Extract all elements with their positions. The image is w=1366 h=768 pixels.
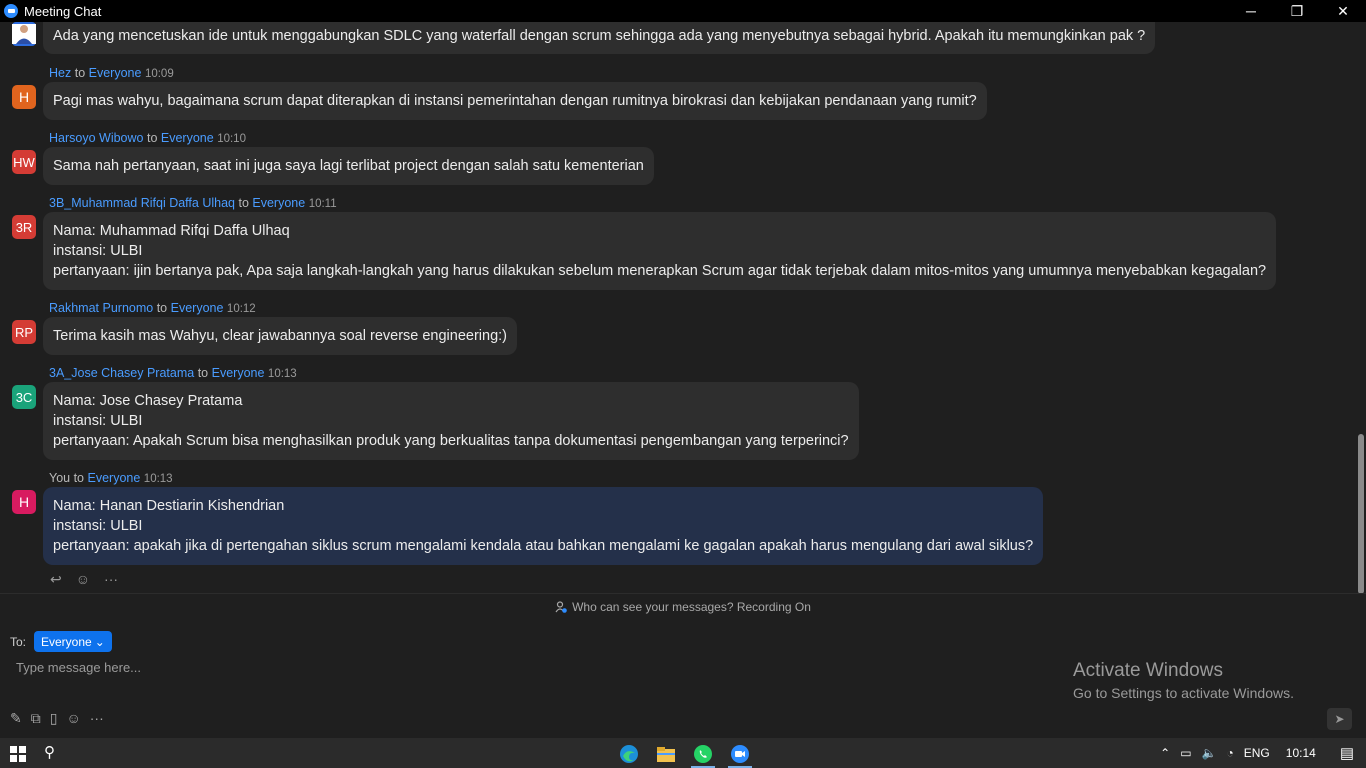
reply-icon[interactable]: ↩ [50,571,62,588]
avatar: 3C [12,385,36,409]
window-title: Meeting Chat [24,3,102,19]
message-header: Hez to Everyone 10:09 [49,66,174,80]
volume-icon[interactable]: 🔈 [1202,746,1217,760]
restore-button[interactable]: ❐ [1274,0,1320,22]
message-actions: ↩ ☺ ··· [50,571,118,588]
message-time: 10:10 [217,133,246,145]
recipient-select-label: Everyone [41,634,92,649]
message-line: pertanyaan: ijin bertanya pak, Apa saja … [53,263,1267,279]
format-icon[interactable]: ✎ [10,710,22,727]
avatar: HW [12,150,36,174]
more-options-icon[interactable]: ··· [90,710,104,727]
sender-name[interactable]: Rakhmat Purnomo [49,301,153,315]
recipient-name[interactable]: Everyone [88,471,141,485]
minimize-button[interactable]: ─ [1228,0,1274,22]
visibility-info-bar[interactable]: Who can see your messages? Recording On [0,593,1366,621]
sender-name[interactable]: 3B_Muhammad Rifqi Daffa Ulhaq [49,196,235,210]
message-bubble: Sama nah pertanyaan, saat ini juga saya … [43,147,654,185]
edge-icon[interactable] [613,741,645,767]
emoji-icon[interactable]: ☺ [66,710,80,727]
avatar: RP [12,320,36,344]
title-bar: Meeting Chat ─ ❐ ✕ [0,0,1366,22]
watermark-title: Activate Windows [1073,660,1223,681]
recipient-name[interactable]: Everyone [171,301,224,315]
message-time: 10:13 [143,473,173,485]
activation-watermark: Activate Windows Go to Settings to activ… [1073,660,1294,701]
profile-photo-icon [12,24,36,44]
search-icon[interactable]: ⚲ [44,743,55,761]
more-icon[interactable]: ··· [104,571,118,588]
message-bubble: Nama: Jose Chasey Pratama instansi: ULBI… [43,382,859,460]
message-time: 10:12 [226,303,256,315]
message-time: 10:13 [267,368,297,380]
message-line: Sama nah pertanyaan, saat ini juga saya … [53,158,644,174]
avatar: H [12,85,36,109]
message-line: pertanyaan: apakah jika di pertengahan s… [53,538,1034,554]
recipient-name[interactable]: Everyone [252,196,305,210]
clock[interactable]: 10:14 [1286,746,1316,760]
file-explorer-icon[interactable] [650,741,682,767]
message-time: 10:11 [308,198,337,210]
recipient-select[interactable]: Everyone ⌄ [34,631,112,652]
chevron-down-icon: ⌄ [94,634,105,649]
message-line: Terima kasih mas Wahyu, clear jawabannya… [53,328,508,344]
to-label: To: [10,635,27,649]
message-bubble: Nama: Hanan Destiarin Kishendrian instan… [43,487,1044,565]
window-controls: ─ ❐ ✕ [1228,0,1366,22]
sender-name[interactable]: Harsoyo Wibowo [49,131,143,145]
recipient-name[interactable]: Everyone [89,66,142,80]
message-line: instansi: ULBI [53,413,143,429]
message-header: 3B_Muhammad Rifqi Daffa Ulhaq to Everyon… [49,196,337,210]
language-indicator[interactable]: ENG [1244,746,1270,760]
close-button[interactable]: ✕ [1320,0,1366,22]
recipient-name[interactable]: Everyone [212,366,265,380]
message-input[interactable] [16,660,916,675]
person-info-icon [555,601,567,613]
avatar: 3R [12,215,36,239]
taskbar: ⚲ ⌃ ▭ 🔈 ◔ ENG 10:14 ▤ [0,738,1366,768]
notification-icon[interactable]: ▤ [1340,744,1354,762]
sender-name[interactable]: Hez [49,66,71,80]
zoom-app-icon[interactable] [724,741,756,768]
message-time: 10:09 [144,68,174,80]
chevron-up-icon[interactable]: ⌃ [1160,746,1170,760]
message-line: Nama: Jose Chasey Pratama [53,393,243,409]
sender-name: You [49,471,71,485]
message-line: Nama: Muhammad Rifqi Daffa Ulhaq [53,223,290,239]
message-header: You to Everyone 10:13 [49,471,173,485]
recipient-name[interactable]: Everyone [161,131,214,145]
avatar [12,22,36,46]
message-line: Pagi mas wahyu, bagaimana scrum dapat di… [53,93,977,109]
system-tray: ⌃ ▭ 🔈 ◔ ENG 10:14 ▤ [1160,738,1366,768]
avatar: H [12,490,36,514]
message-line: Ada yang mencetuskan ide untuk menggabun… [53,28,1146,44]
watermark-subtitle: Go to Settings to activate Windows. [1073,685,1294,701]
visibility-info-text: Who can see your messages? Recording On [572,600,811,614]
zoom-logo-icon [4,4,18,18]
message-line: pertanyaan: Apakah Scrum bisa menghasilk… [53,433,849,449]
message-bubble: Nama: Muhammad Rifqi Daffa Ulhaq instans… [43,212,1277,290]
scroll-thumb[interactable] [1358,434,1364,594]
chat-scrollbar[interactable] [1356,22,1366,594]
battery-icon[interactable]: ▭ [1180,746,1191,760]
message-bubble: Ada yang mencetuskan ide untuk menggabun… [43,22,1156,54]
whatsapp-icon[interactable] [687,741,719,768]
message-bubble: Pagi mas wahyu, bagaimana scrum dapat di… [43,82,987,120]
send-button[interactable]: ➤ [1327,708,1352,730]
emoji-reaction-icon[interactable]: ☺ [76,571,90,588]
chat-messages: Ada yang mencetuskan ide untuk menggabun… [0,22,1356,593]
screenshot-icon[interactable]: ⧉ [31,710,41,727]
message-line: instansi: ULBI [53,243,143,259]
compose-toolbar: ✎ ⧉ ▯ ☺ ··· [10,710,104,727]
message-line: Nama: Hanan Destiarin Kishendrian [53,498,285,514]
wifi-icon[interactable]: ◔ [1227,746,1234,760]
message-header: Harsoyo Wibowo to Everyone 10:10 [49,131,246,145]
message-bubble: Terima kasih mas Wahyu, clear jawabannya… [43,317,518,355]
sender-name[interactable]: 3A_Jose Chasey Pratama [49,366,194,380]
message-header: Rakhmat Purnomo to Everyone 10:12 [49,301,256,315]
message-line: instansi: ULBI [53,518,143,534]
windows-start-icon[interactable] [10,746,26,762]
message-header: 3A_Jose Chasey Pratama to Everyone 10:13 [49,366,297,380]
file-icon[interactable]: ▯ [50,710,58,727]
